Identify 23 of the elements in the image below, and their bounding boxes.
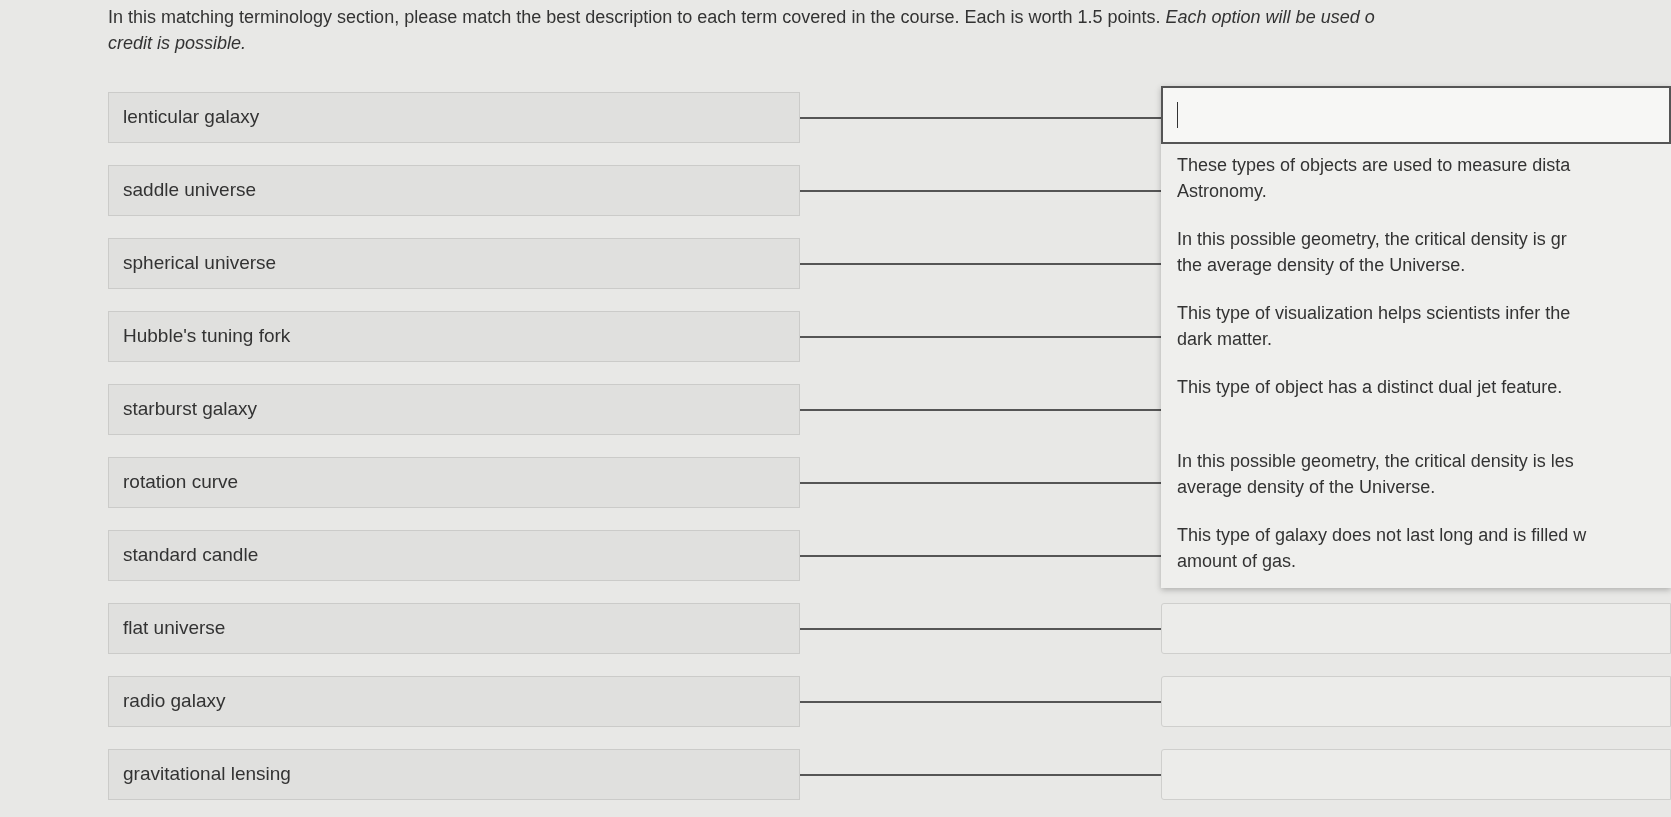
dropdown-option[interactable]: These types of objects are used to measure dista Astronomy.	[1161, 144, 1671, 218]
answer-field[interactable]	[1161, 749, 1671, 800]
text-cursor-icon	[1177, 102, 1178, 128]
term-card[interactable]: starburst galaxy	[108, 384, 800, 435]
dropdown-option[interactable]	[1161, 86, 1671, 144]
answer-field[interactable]	[1161, 603, 1671, 654]
term-card[interactable]: spherical universe	[108, 238, 800, 289]
term-card[interactable]: saddle universe	[108, 165, 800, 216]
instructions-text: credit is possible.	[108, 32, 248, 55]
dropdown-option[interactable]: This type of visualization helps scientists infer the dark matter.	[1161, 292, 1671, 366]
dropdown-option[interactable]: This type of galaxy does not last long and is filled w amount of gas.	[1161, 514, 1671, 588]
dropdown-option[interactable]: In this possible geometry, the critical density is gr the average density of the Universe.	[1161, 218, 1671, 292]
dropdown-option[interactable]: In this possible geometry, the critical density is les average density of the Universe.	[1161, 440, 1671, 514]
term-card[interactable]: rotation curve	[108, 457, 800, 508]
term-card[interactable]: lenticular galaxy	[108, 92, 800, 143]
term-card[interactable]: standard candle	[108, 530, 800, 581]
term-card[interactable]: radio galaxy	[108, 676, 800, 727]
answer-field[interactable]	[1161, 676, 1671, 727]
instructions-text: In this matching terminology section, please match the best description to each term covered in the course. Each is worth 1.5 points. Each option will be used o	[108, 6, 1376, 29]
term-card[interactable]: flat universe	[108, 603, 800, 654]
term-card[interactable]: Hubble's tuning fork	[108, 311, 800, 362]
term-card[interactable]: gravitational lensing	[108, 749, 800, 800]
dropdown-option[interactable]: This type of object has a distinct dual jet feature.	[1161, 366, 1671, 440]
